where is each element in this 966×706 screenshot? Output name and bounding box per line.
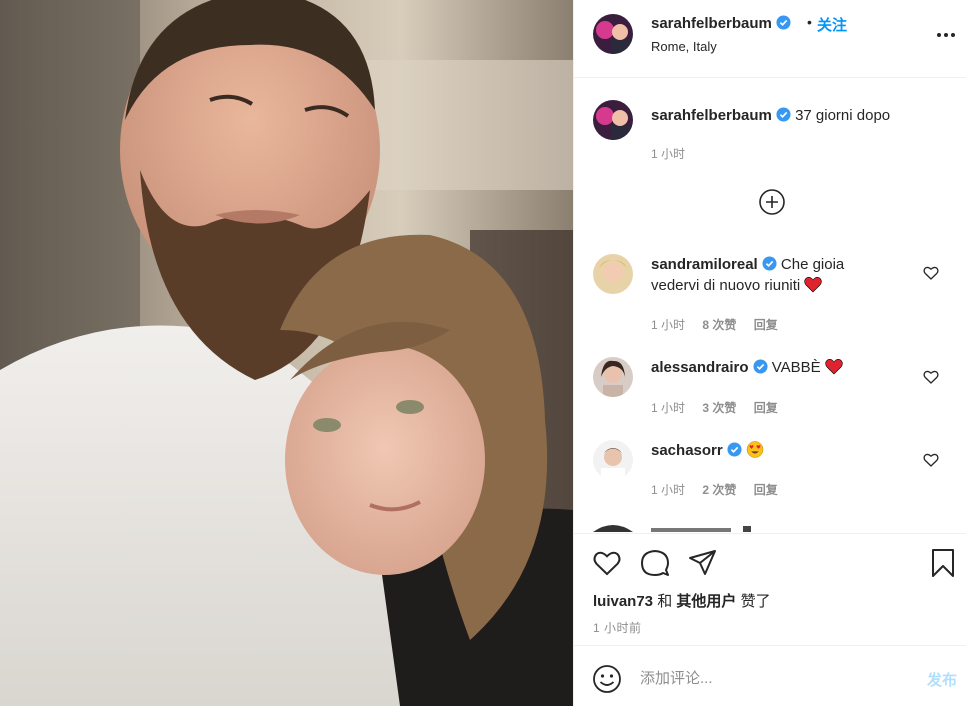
comment-text: sachasorr <box>651 440 891 461</box>
commenter-avatar[interactable] <box>593 440 633 480</box>
reply-button[interactable]: 回复 <box>754 318 778 332</box>
commenter-avatar[interactable] <box>593 357 633 397</box>
separator-dot: • <box>807 14 812 30</box>
comment-body: VABBÈ <box>771 359 821 376</box>
comment-item: sachasorr 1 小时 2 次赞 回复 <box>574 440 966 520</box>
caption-text: 37 giorni dopo <box>795 107 891 124</box>
photo-illustration <box>0 0 573 706</box>
verified-badge-icon <box>776 15 791 30</box>
caption-line: sarahfelberbaum 37 giorni dopo <box>651 107 890 124</box>
save-bookmark-icon[interactable] <box>928 548 958 578</box>
caption-time: 1 小时 <box>651 147 686 161</box>
comment-likes-count[interactable]: 3 次赞 <box>702 401 736 415</box>
partially-visible-comment <box>593 518 953 532</box>
more-options-icon[interactable] <box>933 22 959 48</box>
like-heart-icon[interactable] <box>592 548 622 578</box>
verified-badge-icon <box>776 107 791 122</box>
comment-meta: 1 小时 8 次赞 回复 <box>651 316 792 333</box>
comment-meta: 1 小时 3 次赞 回复 <box>651 399 792 416</box>
author-avatar[interactable] <box>593 14 633 54</box>
verified-badge-icon <box>727 442 742 457</box>
follow-button[interactable]: 关注 <box>817 14 847 35</box>
likes-joiner: 和 <box>657 593 673 610</box>
post-location[interactable]: Rome, Italy <box>651 39 717 54</box>
comment-item: alessandrairo VABBÈ 1 小时 3 次赞 回复 <box>574 357 966 437</box>
caption-author-avatar[interactable] <box>593 100 633 140</box>
post-dialog: sarahfelberbaum • 关注 Rome, Italy sarahfe… <box>0 0 966 706</box>
comment-meta: 1 小时 2 次赞 回复 <box>651 481 792 498</box>
publish-button[interactable]: 发布 <box>927 669 957 690</box>
comment-text: sandramiloreal Che gioia vedervi di nuov… <box>651 254 891 296</box>
comment-like-heart-icon[interactable] <box>923 369 939 385</box>
commenter-username[interactable]: sachasorr <box>651 442 723 459</box>
commenter-avatar[interactable] <box>593 254 633 294</box>
caption-username[interactable]: sarahfelberbaum <box>651 107 772 124</box>
commenter-username[interactable]: sandramiloreal <box>651 256 758 273</box>
comment-item: sandramiloreal Che gioia vedervi di nuov… <box>574 254 966 334</box>
comment-likes-count[interactable]: 8 次赞 <box>702 318 736 332</box>
reply-button[interactable]: 回复 <box>754 401 778 415</box>
heart-eyes-emoji-icon <box>746 441 764 458</box>
author-username[interactable]: sarahfelberbaum <box>651 15 791 32</box>
share-send-icon[interactable] <box>688 548 718 578</box>
post-photo[interactable] <box>0 0 573 706</box>
heart-emoji-icon <box>825 359 843 375</box>
heart-emoji-icon <box>804 277 823 293</box>
comment-time[interactable]: 1 小时 <box>651 318 685 332</box>
emoji-picker-icon[interactable] <box>592 664 622 694</box>
comment-time[interactable]: 1 小时 <box>651 401 685 415</box>
comment-like-heart-icon[interactable] <box>923 265 939 281</box>
verified-badge-icon <box>753 359 768 374</box>
likes-suffix: 赞了 <box>740 593 771 610</box>
comment-composer: 发布 <box>574 645 966 706</box>
likes-summary: luivan73 和 其他用户 赞了 <box>593 590 771 611</box>
comment-input[interactable] <box>640 664 910 692</box>
verified-badge-icon <box>762 256 777 271</box>
comment-bubble-icon[interactable] <box>640 548 670 578</box>
load-more-comments-icon[interactable] <box>756 186 788 218</box>
reply-button[interactable]: 回复 <box>754 483 778 497</box>
liker-username[interactable]: luivan73 <box>593 593 653 610</box>
post-actions: luivan73 和 其他用户 赞了 1 小时前 <box>574 533 966 645</box>
comment-text: alessandrairo VABBÈ <box>651 357 891 378</box>
post-details-panel: sarahfelberbaum • 关注 Rome, Italy sarahfe… <box>573 0 966 706</box>
comment-time[interactable]: 1 小时 <box>651 483 685 497</box>
post-timestamp[interactable]: 1 小时前 <box>593 619 642 636</box>
other-likers-link[interactable]: 其他用户 <box>676 593 736 610</box>
commenter-username[interactable]: alessandrairo <box>651 359 749 376</box>
comment-like-heart-icon[interactable] <box>923 452 939 468</box>
comment-likes-count[interactable]: 2 次赞 <box>702 483 736 497</box>
post-header: sarahfelberbaum • 关注 Rome, Italy <box>574 0 966 78</box>
